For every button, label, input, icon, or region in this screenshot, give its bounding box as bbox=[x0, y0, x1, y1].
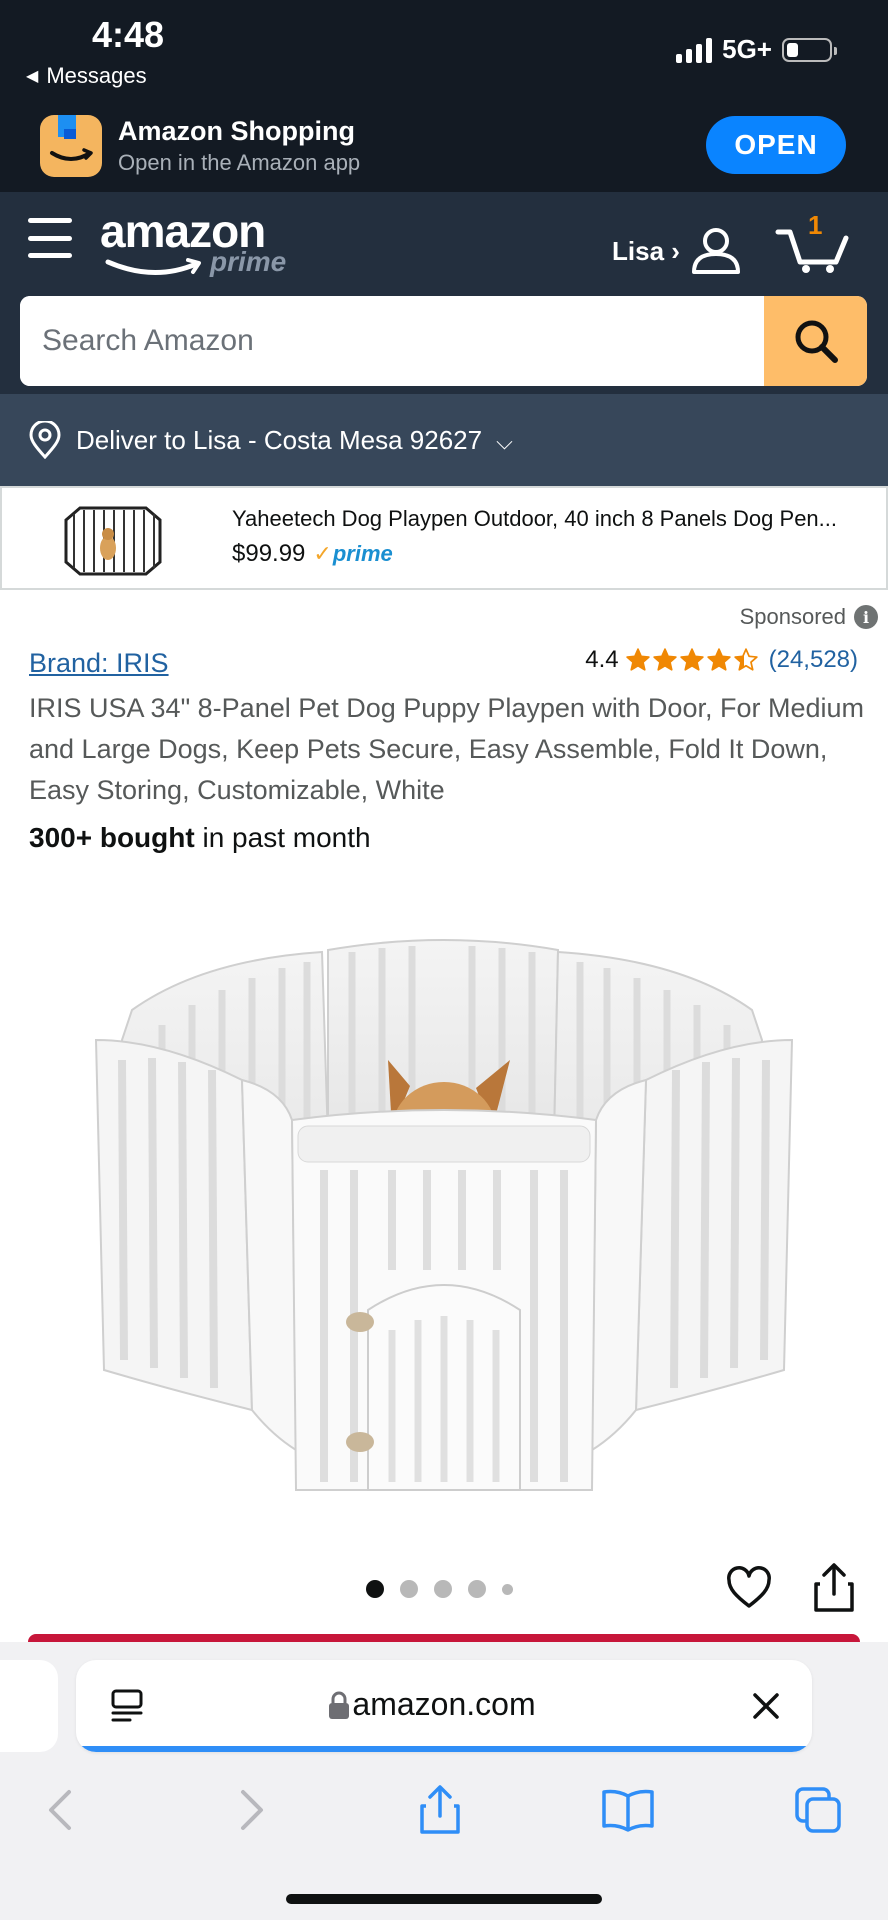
search-bar bbox=[20, 296, 867, 386]
deliver-label: Deliver to Lisa - Costa Mesa 92627 bbox=[76, 424, 483, 455]
star-icon bbox=[706, 648, 731, 671]
app-banner-subtitle: Open in the Amazon app bbox=[118, 150, 361, 175]
info-icon[interactable]: i bbox=[854, 605, 878, 629]
logo-smile-icon bbox=[105, 258, 201, 275]
playpen-thumbnail bbox=[64, 506, 162, 576]
hamburger-icon[interactable] bbox=[28, 218, 72, 258]
bought-rest: in past month bbox=[194, 822, 371, 853]
search-icon bbox=[795, 320, 838, 363]
bought-count: 300+ bought bbox=[29, 822, 195, 853]
brand-link[interactable]: Brand: IRIS bbox=[29, 648, 169, 679]
bookmarks-icon[interactable] bbox=[600, 1782, 656, 1838]
bought-in-past-month: 300+ bought in past month bbox=[29, 822, 371, 854]
app-banner-title: Amazon Shopping bbox=[118, 116, 355, 146]
user-icon bbox=[691, 228, 740, 274]
star-icon bbox=[679, 648, 704, 671]
location-pin-icon bbox=[29, 421, 61, 459]
account-link[interactable]: Lisa › bbox=[612, 226, 742, 276]
rating-summary[interactable]: 4.4 (24,528) bbox=[585, 646, 858, 674]
prime-label: prime bbox=[332, 541, 393, 566]
prime-badge: ✓ prime bbox=[313, 541, 392, 567]
star-icon bbox=[652, 648, 677, 671]
search-button[interactable] bbox=[764, 296, 867, 386]
status-time: 4:48 bbox=[92, 14, 165, 55]
heart-icon[interactable] bbox=[726, 1566, 772, 1612]
search-input[interactable] bbox=[20, 296, 764, 386]
chevron-down-icon: ⌵ bbox=[496, 429, 513, 454]
url-domain: amazon.com bbox=[352, 1686, 536, 1722]
network-label: 5G+ bbox=[722, 34, 772, 64]
signal-icon bbox=[676, 37, 713, 63]
cart-count: 1 bbox=[808, 210, 823, 240]
logo-prime: prime bbox=[210, 246, 287, 277]
carousel-dot[interactable] bbox=[502, 1583, 513, 1595]
image-carousel-dots[interactable] bbox=[366, 1580, 513, 1598]
cart-button[interactable]: 1 bbox=[774, 210, 854, 274]
back-icon[interactable] bbox=[32, 1782, 88, 1838]
rating-score: 4.4 bbox=[585, 646, 619, 673]
home-indicator[interactable] bbox=[286, 1894, 602, 1904]
open-app-button[interactable]: OPEN bbox=[706, 116, 846, 174]
previous-tab-peek[interactable] bbox=[0, 1660, 58, 1752]
review-count[interactable]: (24,528) bbox=[769, 646, 858, 674]
page-load-progress bbox=[76, 1746, 812, 1752]
sponsored-product-price: $99.99 bbox=[232, 540, 306, 567]
deliver-to-bar[interactable]: Deliver to Lisa - Costa Mesa 92627 ⌵ bbox=[0, 394, 888, 486]
account-name: Lisa › bbox=[612, 235, 680, 266]
sponsored-product-price-row: $99.99 ✓ prime bbox=[232, 540, 393, 568]
amazon-logo[interactable]: amazon prime bbox=[100, 204, 300, 284]
back-triangle-icon: ◀ bbox=[26, 68, 39, 85]
carousel-dot[interactable] bbox=[400, 1580, 418, 1598]
browser-chrome: amazon.com bbox=[0, 1642, 888, 1920]
sponsored-label-row: Sponsored i bbox=[740, 604, 878, 630]
star-rating bbox=[625, 647, 759, 673]
back-to-app[interactable]: ◀ Messages bbox=[26, 63, 147, 89]
app-banner: Amazon Shopping Open in the Amazon app O… bbox=[0, 110, 888, 192]
browser-toolbar bbox=[0, 1782, 888, 1846]
share-icon[interactable] bbox=[812, 1562, 856, 1614]
back-app-label: Messages bbox=[46, 63, 147, 88]
sponsored-label: Sponsored bbox=[739, 604, 846, 629]
status-bar: 4:48 ◀ Messages 5G+ bbox=[0, 0, 888, 110]
prime-check-icon: ✓ bbox=[313, 541, 332, 566]
forward-icon[interactable] bbox=[224, 1782, 280, 1838]
share-page-icon[interactable] bbox=[412, 1782, 468, 1838]
sponsored-product-banner[interactable]: Yaheetech Dog Playpen Outdoor, 40 inch 8… bbox=[0, 486, 888, 590]
star-icon bbox=[733, 648, 758, 671]
site-header: amazon prime Lisa › 1 bbox=[0, 192, 888, 394]
carousel-dot[interactable] bbox=[468, 1580, 486, 1598]
product-title: IRIS USA 34" 8-Panel Pet Dog Puppy Playp… bbox=[29, 693, 864, 805]
tabs-icon[interactable] bbox=[790, 1782, 846, 1838]
carousel-dot[interactable] bbox=[366, 1580, 384, 1598]
carousel-dot[interactable] bbox=[434, 1580, 452, 1598]
address-bar[interactable]: amazon.com bbox=[76, 1660, 812, 1752]
product-image[interactable] bbox=[92, 890, 796, 1510]
close-icon[interactable] bbox=[750, 1690, 782, 1722]
star-icon bbox=[625, 648, 650, 671]
sponsored-product-title: Yaheetech Dog Playpen Outdoor, 40 inch 8… bbox=[232, 506, 837, 531]
amazon-app-icon bbox=[40, 115, 102, 177]
status-indicators: 5G+ bbox=[676, 34, 837, 65]
battery-icon bbox=[782, 37, 837, 62]
